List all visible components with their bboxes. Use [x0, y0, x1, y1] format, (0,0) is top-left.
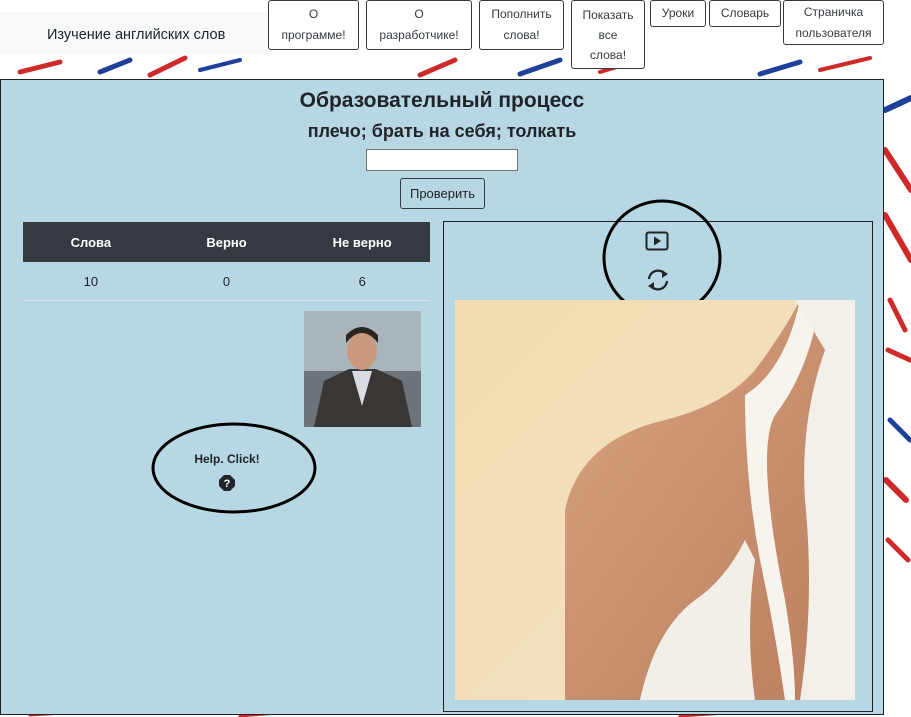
stats-table: Слова Верно Не верно 10 0 6	[23, 222, 430, 301]
user-page-line1: Страничка	[803, 4, 864, 19]
add-words-button[interactable]: Пополнить слова!	[479, 0, 564, 50]
user-page-button[interactable]: Страничка пользователя	[783, 0, 884, 45]
refresh-icon[interactable]	[645, 267, 671, 293]
reaction-avatar-image	[304, 311, 421, 427]
stats-header-row: Слова Верно Не верно	[23, 222, 430, 262]
check-button[interactable]: Проверить	[400, 178, 485, 209]
lessons-label: Уроки	[661, 6, 695, 20]
page-title: Образовательный процесс	[299, 89, 585, 112]
dictionary-label: Словарь	[720, 6, 770, 20]
show-all-words-line3: слова!	[589, 47, 627, 62]
brand-title[interactable]: Изучение английских слов	[47, 27, 225, 43]
about-developer-line2: разработчике!	[379, 28, 459, 42]
about-program-line1: О	[308, 7, 319, 21]
dictionary-button[interactable]: Словарь	[709, 0, 781, 27]
incorrect-count: 6	[358, 273, 366, 289]
show-all-words-line1: Показать	[582, 7, 634, 22]
about-program-line2: программе!	[281, 28, 346, 42]
user-page-line2: пользователя	[795, 25, 872, 40]
show-all-words-button[interactable]: Показать все слова!	[571, 0, 645, 69]
word-to-translate: плечо; брать на себя; толкать	[307, 121, 577, 141]
answer-input[interactable]	[366, 149, 518, 171]
header-words: Слова	[70, 234, 112, 250]
lessons-button[interactable]: Уроки	[650, 0, 706, 27]
help-text: Help. Click!	[194, 452, 260, 466]
show-all-words-line2: все	[598, 27, 618, 42]
play-icon[interactable]	[645, 231, 669, 251]
words-count: 10	[83, 273, 99, 289]
about-program-button[interactable]: О программе!	[268, 0, 359, 50]
annotation-circle	[151, 422, 317, 514]
add-words-line2: слова!	[503, 28, 540, 42]
header-incorrect: Не верно	[332, 234, 392, 250]
help-section[interactable]: Help. Click! ?	[151, 422, 317, 514]
word-illustration-image	[455, 300, 855, 700]
svg-text:?: ?	[224, 478, 231, 490]
header-correct: Верно	[206, 234, 247, 250]
table-row: 10 0 6	[23, 262, 430, 301]
about-developer-line1: О	[414, 7, 424, 21]
about-developer-button[interactable]: О разработчике!	[366, 0, 472, 50]
add-words-line1: Пополнить	[491, 7, 552, 21]
correct-count: 0	[222, 273, 231, 289]
question-icon[interactable]: ?	[219, 475, 235, 491]
